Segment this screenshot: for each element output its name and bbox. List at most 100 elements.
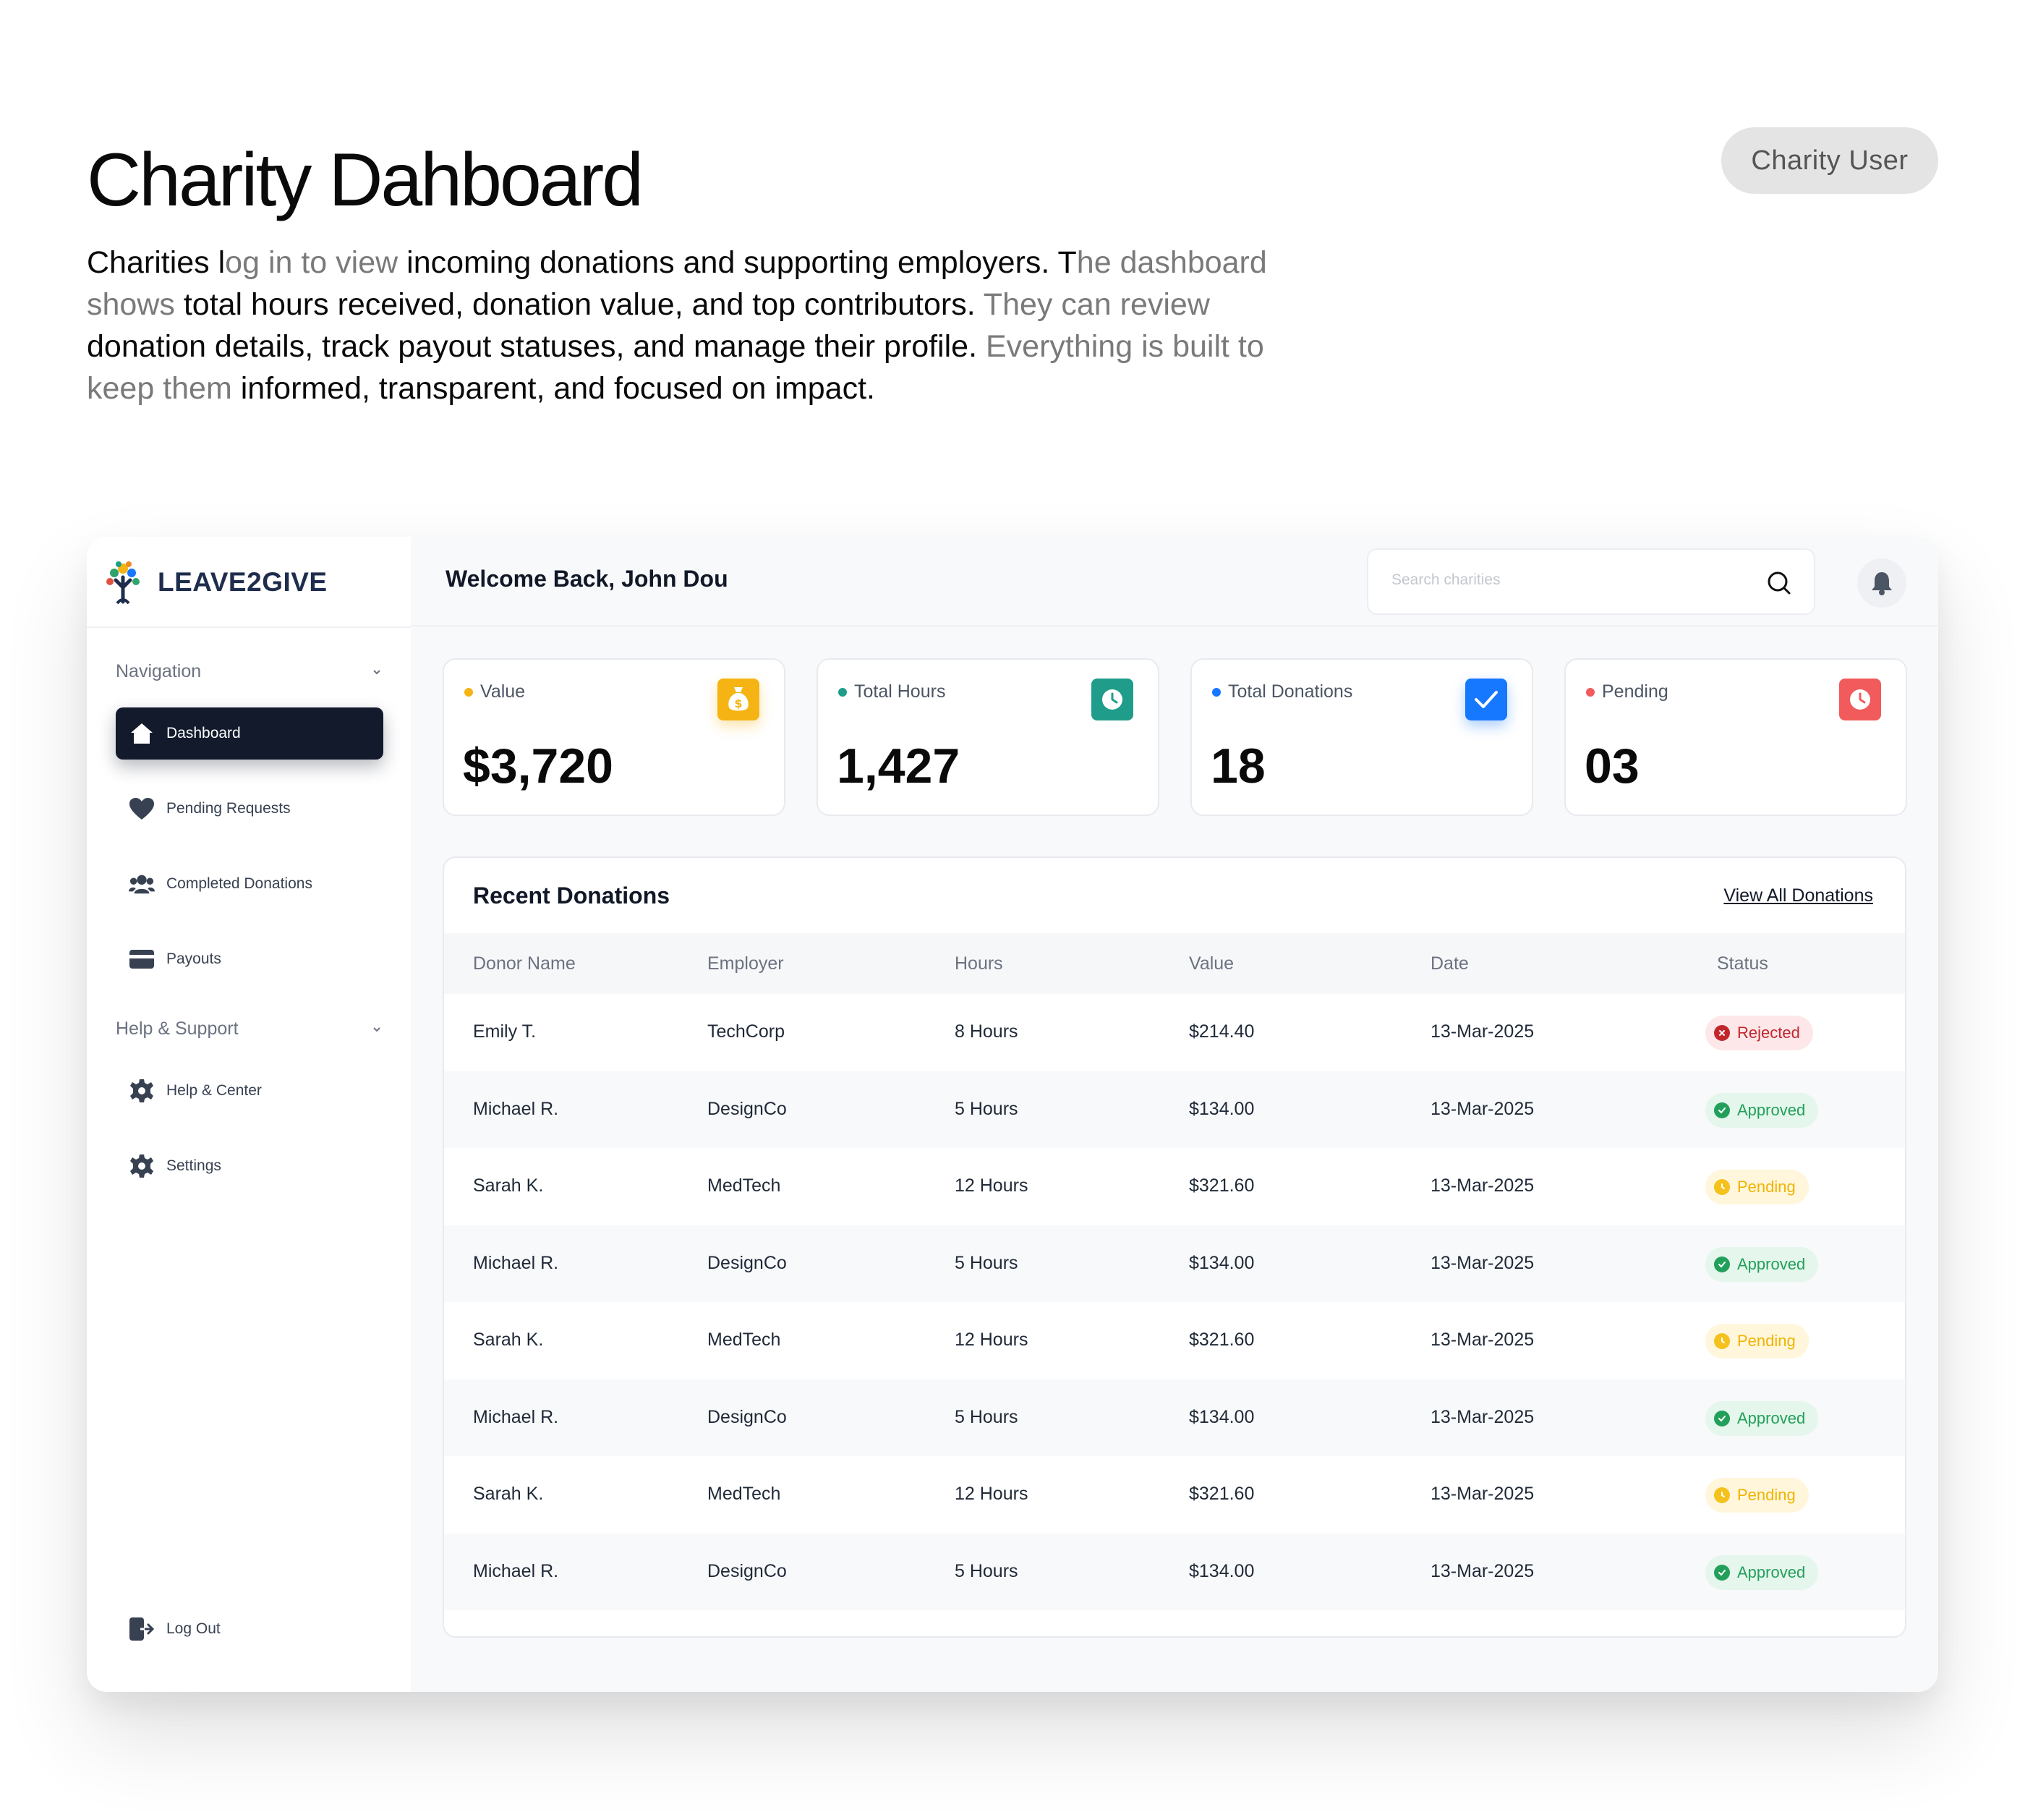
- logout-button[interactable]: Log Out: [116, 1603, 383, 1655]
- table-row[interactable]: Sarah K. MedTech 12 Hours $321.60 13-Mar-202…: [444, 1456, 1905, 1533]
- check-circle-icon: [1714, 1410, 1730, 1426]
- dashboard-app: LEAVE2GIVE Navigation Dashboard Pending …: [87, 537, 1938, 1692]
- logo-tree-icon: [106, 561, 140, 605]
- cell-value: $321.60: [1189, 1484, 1255, 1504]
- stat-label-text: Total Donations: [1228, 681, 1353, 702]
- cell-donor: Sarah K.: [473, 1330, 544, 1350]
- clock-icon: [1839, 679, 1881, 720]
- desc-part: og in to view: [225, 245, 398, 280]
- status-dot: [464, 687, 473, 697]
- stat-card-total-hours: Total Hours 1,427: [817, 658, 1159, 816]
- cell-employer: DesignCo: [707, 1560, 787, 1581]
- status-badge: Pending: [1705, 1324, 1809, 1358]
- table-row[interactable]: Emily T. TechCorp 8 Hours $214.40 13-Mar-202…: [444, 994, 1905, 1071]
- column-header[interactable]: Date: [1431, 953, 1469, 974]
- gear-icon: [129, 1078, 155, 1104]
- cell-hours: 12 Hours: [955, 1484, 1028, 1504]
- sidebar-item-pending-requests[interactable]: Pending Requests: [116, 783, 383, 835]
- table-row[interactable]: Michael R. DesignCo 5 Hours $134.00 13-Mar-2…: [444, 1533, 1905, 1610]
- cell-donor: Michael R.: [473, 1098, 559, 1119]
- panel-title: Recent Donations: [473, 883, 670, 909]
- table-row[interactable]: Sarah K. MedTech 12 Hours $321.60 13-Mar-202…: [444, 1148, 1905, 1225]
- column-header[interactable]: Value: [1189, 953, 1234, 974]
- stat-label-text: Value: [480, 681, 526, 702]
- desc-part: total hours received, donation value, an…: [174, 287, 976, 322]
- column-header[interactable]: Status: [1717, 953, 1768, 974]
- welcome-message: Welcome Back, John Dou: [446, 566, 728, 592]
- cell-date: 13-Mar-2025: [1431, 1252, 1535, 1273]
- status-text: Pending: [1737, 1486, 1796, 1504]
- cell-value: $134.00: [1189, 1406, 1255, 1427]
- cell-donor: Emily T.: [473, 1021, 537, 1042]
- sidebar-item-label: Settings: [166, 1157, 221, 1174]
- notification-button[interactable]: [1857, 558, 1906, 608]
- clock-icon: [1714, 1333, 1730, 1349]
- table-row[interactable]: Michael R. DesignCo 5 Hours $134.00 13-Mar-2…: [444, 1225, 1905, 1302]
- column-header[interactable]: Hours: [955, 953, 1003, 974]
- status-badge: Approved: [1705, 1400, 1819, 1436]
- cell-employer: DesignCo: [707, 1098, 787, 1119]
- search-icon[interactable]: [1765, 569, 1794, 598]
- table-row[interactable]: Sarah K. MedTech 12 Hours $321.60 13-Mar-202…: [444, 1302, 1905, 1379]
- check-circle-icon: [1714, 1564, 1730, 1581]
- logout-label: Log Out: [166, 1620, 221, 1637]
- status-text: Approved: [1737, 1562, 1806, 1581]
- column-header[interactable]: Employer: [707, 953, 784, 974]
- sidebar-item-payouts[interactable]: Payouts: [116, 933, 383, 985]
- search-input[interactable]: [1391, 571, 1739, 589]
- status-text: Approved: [1737, 1100, 1806, 1119]
- clock-icon: [1714, 1487, 1730, 1503]
- table-row[interactable]: Michael R. DesignCo 5 Hours $134.00 13-Mar-2…: [444, 1379, 1905, 1456]
- status-badge: Approved: [1705, 1555, 1819, 1590]
- status-badge: Pending: [1705, 1478, 1809, 1513]
- cell-value: $321.60: [1189, 1175, 1255, 1196]
- nav-section-toggle[interactable]: Navigation: [116, 661, 383, 682]
- cell-hours: 8 Hours: [955, 1021, 1018, 1042]
- cell-value: $321.60: [1189, 1330, 1255, 1350]
- cell-hours: 5 Hours: [955, 1560, 1018, 1581]
- desc-part: informed, transparent, and focused on im…: [231, 371, 875, 406]
- sidebar-item-settings[interactable]: Settings: [116, 1140, 383, 1192]
- check-circle-icon: [1714, 1256, 1730, 1272]
- stat-card-total-donations: Total Donations 18: [1190, 658, 1533, 816]
- stat-label-text: Total Hours: [854, 681, 946, 702]
- sidebar-item-label: Completed Donations: [166, 875, 312, 892]
- cell-value: $134.00: [1189, 1252, 1255, 1273]
- cell-date: 13-Mar-2025: [1431, 1484, 1535, 1504]
- status-text: Approved: [1737, 1254, 1806, 1273]
- x-circle-icon: [1714, 1025, 1730, 1041]
- cell-hours: 5 Hours: [955, 1098, 1018, 1119]
- status-text: Pending: [1737, 1332, 1796, 1350]
- checkbox-icon: [1465, 679, 1507, 720]
- stat-value: 18: [1211, 739, 1266, 794]
- nav-section-label: Navigation: [116, 661, 202, 681]
- cell-hours: 12 Hours: [955, 1330, 1028, 1350]
- sidebar-item-label: Pending Requests: [166, 800, 291, 817]
- sidebar-item-dashboard[interactable]: Dashboard: [116, 707, 383, 760]
- sidebar-item-label: Payouts: [166, 951, 221, 967]
- logo[interactable]: LEAVE2GIVE: [103, 558, 328, 606]
- cell-donor: Michael R.: [473, 1252, 559, 1273]
- sidebar-item-completed-donations[interactable]: Completed Donations: [116, 858, 383, 910]
- cell-date: 13-Mar-2025: [1431, 1098, 1535, 1119]
- clock-icon: [1714, 1179, 1730, 1195]
- logout-icon: [129, 1616, 155, 1642]
- column-header[interactable]: Donor Name: [473, 953, 576, 974]
- cell-date: 13-Mar-2025: [1431, 1021, 1535, 1042]
- stat-value: $3,720: [463, 739, 613, 794]
- status-badge: Pending: [1705, 1170, 1809, 1204]
- cell-employer: MedTech: [707, 1175, 781, 1196]
- check-circle-icon: [1714, 1102, 1730, 1118]
- cell-employer: MedTech: [707, 1484, 781, 1504]
- stat-value: 1,427: [837, 739, 960, 794]
- table-row[interactable]: Michael R. DesignCo 5 Hours $134.00 13-Mar-2…: [444, 1071, 1905, 1148]
- help-section-toggle[interactable]: Help & Support: [116, 1019, 383, 1039]
- users-icon: [129, 871, 155, 897]
- view-all-donations-link[interactable]: View All Donations: [1723, 885, 1873, 906]
- cell-date: 13-Mar-2025: [1431, 1330, 1535, 1350]
- user-role-chip: Charity User: [1721, 127, 1938, 194]
- cell-hours: 5 Hours: [955, 1252, 1018, 1273]
- cell-donor: Sarah K.: [473, 1484, 544, 1504]
- chevron-down-icon: [373, 669, 380, 674]
- sidebar-item-help-center[interactable]: Help & Center: [116, 1065, 383, 1117]
